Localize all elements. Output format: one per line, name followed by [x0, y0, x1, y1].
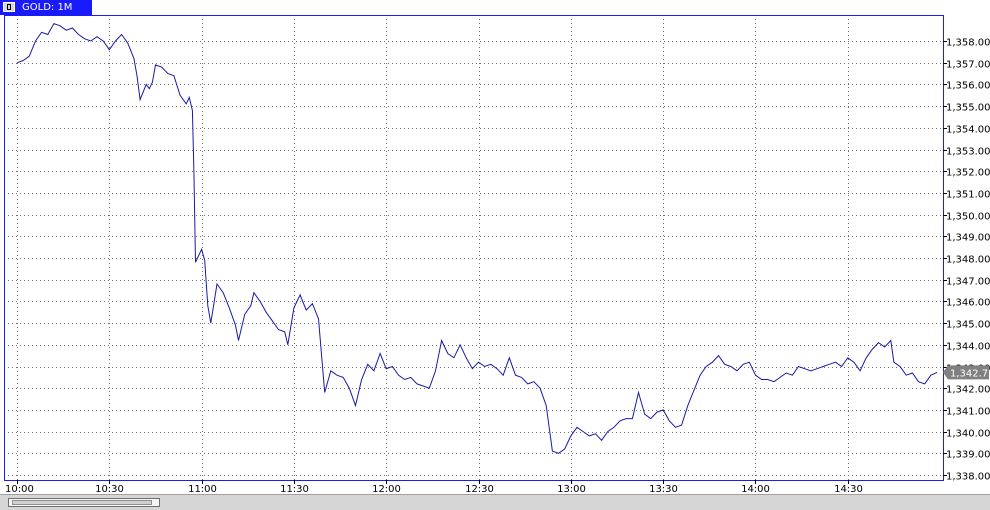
y-tick-label: 1,358.00	[946, 38, 990, 49]
chart-window-icon[interactable]	[3, 2, 15, 12]
y-tick-label: 1,356.00	[946, 81, 990, 92]
horizontal-scrollbar[interactable]	[8, 498, 160, 507]
y-axis: 1,358.00 1,357.00 1,356.00 1,355.00 1,354.00…	[943, 38, 990, 483]
y-tick-label: 1,339.00	[946, 450, 990, 461]
y-tick-label: 1,341.00	[946, 407, 990, 418]
price-chart: 1,358.00 1,357.00 1,356.00 1,355.00 1,354.00…	[4, 15, 990, 495]
chart-tab-label: GOLD: 1M	[22, 2, 73, 13]
y-tick-label: 1,352.00	[946, 168, 990, 179]
y-tick-label: 1,340.00	[946, 429, 990, 440]
y-tick-label: 1,345.00	[946, 320, 990, 331]
y-tick-label: 1,353.00	[946, 147, 990, 158]
y-tick-label: 1,357.00	[946, 60, 990, 71]
y-tick-label: 1,342.00	[946, 385, 990, 396]
y-tick-label: 1,348.00	[946, 255, 990, 266]
bottom-scroll-bar	[0, 494, 990, 510]
tab-bar: GOLD: 1M	[0, 0, 990, 15]
y-tick-label: 1,344.00	[946, 342, 990, 353]
chart-tab[interactable]: GOLD: 1M	[0, 0, 92, 15]
current-price-badge: 1,342.73	[943, 365, 990, 380]
y-tick-label: 1,346.00	[946, 298, 990, 309]
x-axis: 10:00 10:30 11:00 11:30 12:00 12:30 13:00 13:30…	[5, 480, 863, 495]
y-tick-label: 1,338.00	[946, 472, 990, 483]
y-tick-label: 1,355.00	[946, 103, 990, 114]
y-tick-label: 1,350.00	[946, 212, 990, 223]
scrollbar-thumb[interactable]	[12, 500, 152, 505]
y-tick-label: 1,351.00	[946, 190, 990, 201]
current-price-label: 1,342.73	[950, 368, 990, 379]
y-tick-label: 1,354.00	[946, 125, 990, 136]
y-tick-label: 1,347.00	[946, 277, 990, 288]
y-tick-label: 1,349.00	[946, 233, 990, 244]
chart-grid	[4, 15, 943, 480]
